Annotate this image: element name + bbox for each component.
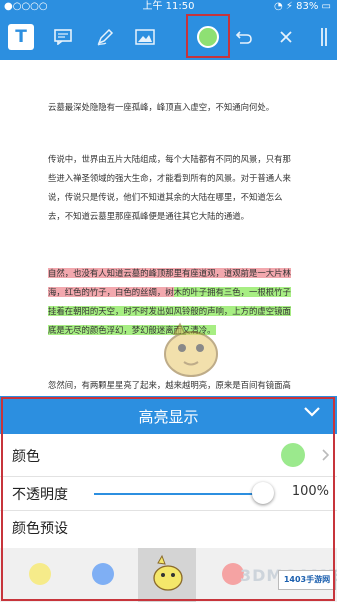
opacity-slider-track[interactable] (94, 493, 270, 495)
text-tool-button[interactable]: T (8, 24, 34, 50)
battery-indicator: ◔ ⚡ 83% ▭ (274, 1, 331, 12)
opacity-slider-knob[interactable] (252, 482, 274, 504)
paragraph-2: 传说中，世界由五片大陆组成，每个大陆都有不同的风景，只有那些进入禅圣领域的强大生… (48, 154, 291, 221)
collapse-panel-button[interactable] (303, 402, 321, 423)
image-tool-button[interactable] (130, 22, 160, 52)
clear-button[interactable] (271, 22, 301, 52)
selected-color-swatch[interactable] (281, 443, 305, 467)
preset-sticker-icon[interactable] (150, 554, 186, 594)
image-icon (135, 29, 155, 45)
panel-header: 高亮显示 (0, 396, 337, 434)
undo-button[interactable] (229, 22, 259, 52)
preset-label: 颜色预设 (12, 521, 68, 537)
note-tool-button[interactable] (48, 22, 78, 52)
opacity-value: 100% (291, 484, 329, 499)
pen-icon (97, 28, 114, 46)
preset-blue[interactable] (92, 563, 114, 585)
chevron-right-icon (322, 449, 329, 461)
opacity-row: 不透明度 100% (0, 476, 337, 511)
more-menu-button[interactable] (309, 22, 337, 52)
panel-title: 高亮显示 (138, 408, 199, 426)
menu-icon (321, 28, 327, 46)
pen-tool-button[interactable] (90, 22, 120, 52)
color-button-highlight-frame (186, 14, 230, 58)
mascot-watermark-icon (164, 322, 218, 377)
preset-yellow[interactable] (29, 563, 51, 585)
annotation-toolbar: T (0, 14, 337, 60)
note-icon (54, 29, 72, 45)
color-presets: 3DMGAME 1403手游网 (0, 548, 337, 602)
close-icon (280, 31, 292, 43)
highlight-settings-panel: 高亮显示 颜色 不透明度 100% 颜色预设 3DMGAME 1403手游网 (0, 396, 337, 602)
site-badge: 1403手游网 (278, 570, 336, 590)
preset-row: 颜色预设 (0, 510, 337, 548)
color-row[interactable]: 颜色 (0, 434, 337, 477)
document-page[interactable]: 云墓最深处隐隐有一座孤峰，峰顶直入虚空，不知通向何处。 传说中，世界由五片大陆组… (0, 60, 337, 396)
color-label: 颜色 (12, 449, 40, 465)
paragraph-1: 云墓最深处隐隐有一座孤峰，峰顶直入虚空，不知通向何处。 (48, 102, 275, 112)
undo-icon (235, 31, 252, 44)
status-bar: ●○○○○ 上午 11:50 ◔ ⚡ 83% ▭ (0, 0, 337, 14)
opacity-label: 不透明度 (12, 487, 68, 503)
chevron-down-icon (304, 407, 320, 417)
